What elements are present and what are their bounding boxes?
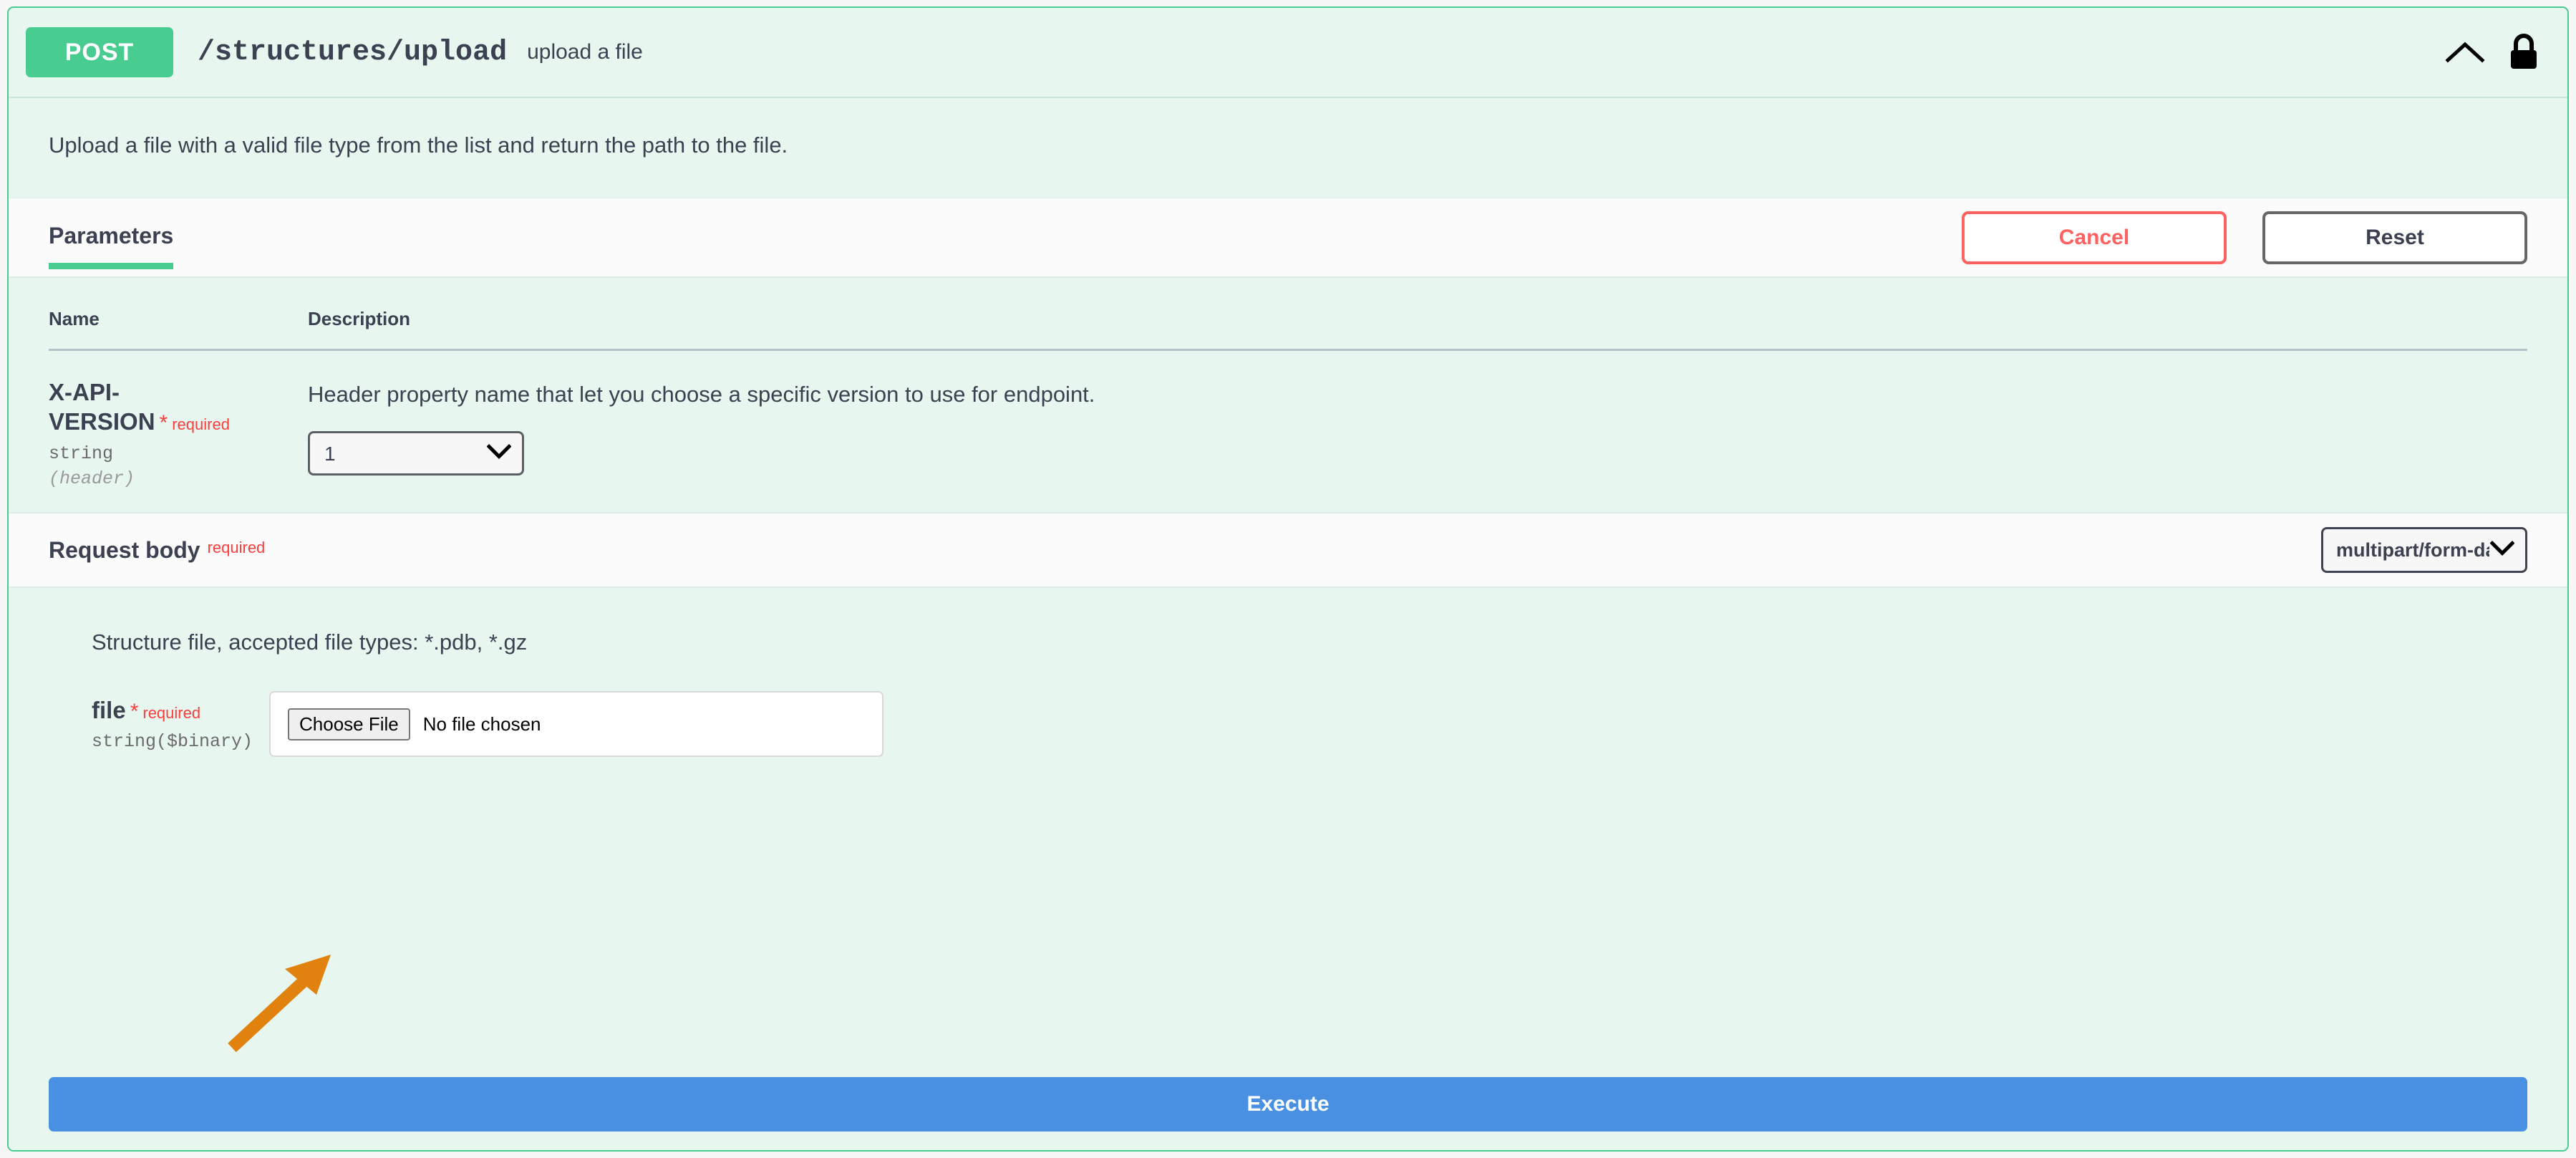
required-star: * xyxy=(130,700,139,724)
request-body-section: Structure file, accepted file types: *.p… xyxy=(9,588,2567,758)
opblock-post-structures-upload: POST /structures/upload upload a file Up… xyxy=(7,6,2569,1152)
parameters-table: Name Description X-API-VERSION * required … xyxy=(9,278,2567,513)
cancel-button[interactable]: Cancel xyxy=(1962,211,2227,264)
table-row: X-API-VERSION * required string (header) H… xyxy=(49,351,2527,512)
column-header-name: Name xyxy=(49,308,100,330)
column-header-description: Description xyxy=(308,308,411,330)
content-type-select-wrapper: multipart/form-data xyxy=(2321,527,2527,574)
tab-parameters[interactable]: Parameters xyxy=(49,198,174,276)
file-field-name-text: file xyxy=(92,697,126,724)
file-input[interactable]: Choose File No file chosen xyxy=(269,691,883,758)
request-body-toolbar: Request body required multipart/form-dat… xyxy=(9,512,2567,589)
file-type-hint: Structure file, accepted file types: *.p… xyxy=(92,629,528,655)
required-label: required xyxy=(142,704,201,723)
endpoint-summary: upload a file xyxy=(527,40,643,64)
request-body-label: Request body xyxy=(49,536,200,563)
parameter-name: X-API-VERSION * required xyxy=(49,378,294,436)
file-field-type: string($binary) xyxy=(92,731,253,753)
endpoint-path: /structures/upload xyxy=(198,36,508,69)
operation-description: Upload a file with a valid file type fro… xyxy=(9,98,2567,198)
parameter-location: (header) xyxy=(49,468,135,490)
api-version-select-wrapper: 1 xyxy=(308,431,524,476)
required-star: * xyxy=(159,410,168,435)
api-version-select[interactable]: 1 xyxy=(308,431,524,476)
opblock-summary[interactable]: POST /structures/upload upload a file xyxy=(9,8,2567,98)
choose-file-button[interactable]: Choose File xyxy=(288,708,410,740)
file-field-name: file * required xyxy=(92,697,269,724)
reset-button[interactable]: Reset xyxy=(2262,211,2527,264)
request-body-required-label: required xyxy=(207,538,266,556)
lock-closed-icon[interactable] xyxy=(2502,27,2546,77)
chevron-up-icon[interactable] xyxy=(2440,27,2490,77)
parameter-name-cell: X-API-VERSION * required string (header) xyxy=(49,378,308,489)
parameter-name-text: X-API-VERSION xyxy=(49,379,155,435)
required-label: required xyxy=(172,415,230,433)
parameter-description-cell: Header property name that let you choose… xyxy=(308,378,2527,489)
http-method-badge: POST xyxy=(26,27,173,77)
content-type-select[interactable]: multipart/form-data xyxy=(2321,527,2527,574)
file-field-row: file * required string($binary) Choose Fil… xyxy=(92,691,2527,758)
file-field-label-cell: file * required string($binary) xyxy=(92,691,269,752)
table-header-row: Name Description xyxy=(49,278,2527,352)
no-file-chosen-text: No file chosen xyxy=(422,713,541,735)
parameter-type: string xyxy=(49,443,114,465)
parameters-toolbar: Parameters Cancel Reset xyxy=(9,198,2567,279)
request-body-title: Request body required xyxy=(49,537,265,564)
execute-button[interactable]: Execute xyxy=(49,1077,2527,1132)
arrow-annotation-icon xyxy=(228,955,331,1053)
parameter-description: Header property name that let you choose… xyxy=(308,382,1095,407)
execute-section: Execute xyxy=(9,1077,2567,1150)
